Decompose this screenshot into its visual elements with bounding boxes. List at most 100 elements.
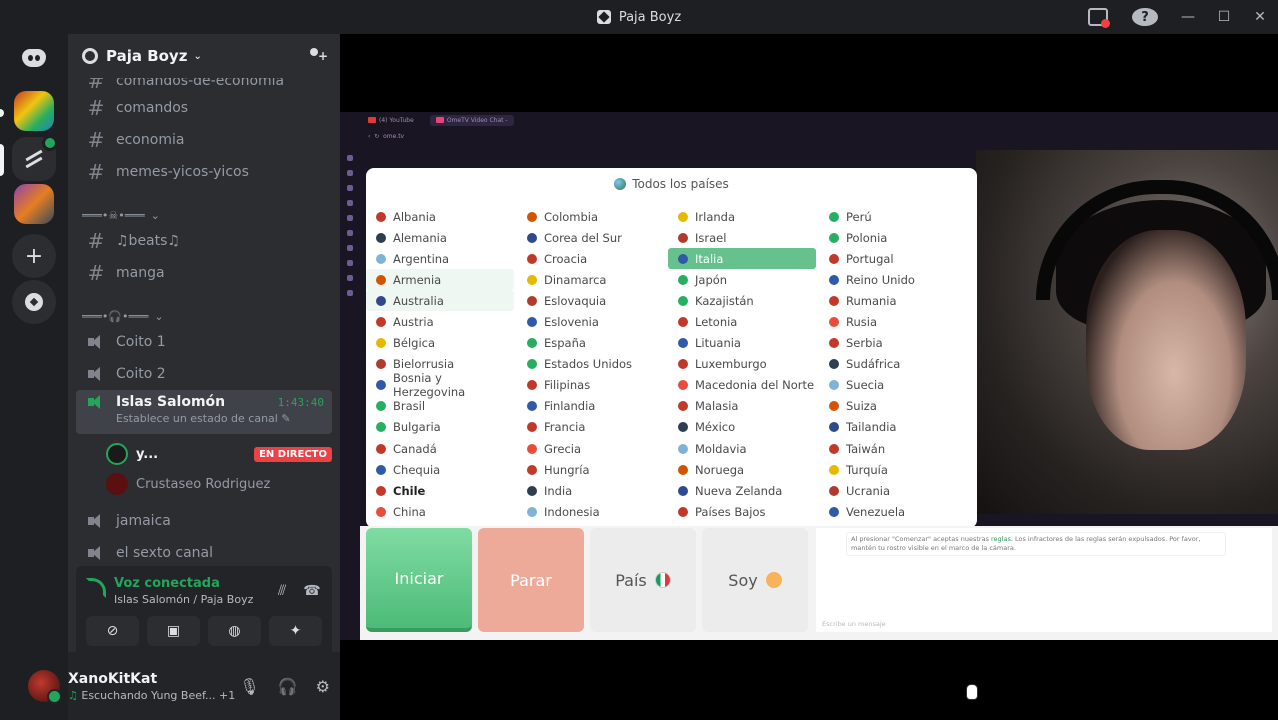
country-label: Colombia [544,209,599,224]
country-label: Lituania [695,336,741,351]
maximize-button[interactable]: ☐ [1206,0,1242,34]
country-label: Italia [695,251,724,266]
country-option: Rusia [819,311,967,332]
country-label: India [544,483,573,498]
country-flag-icon [829,464,839,475]
user-name[interactable]: XanoKitKat [68,671,235,687]
settings-gear-icon[interactable]: ⚙ [316,677,330,696]
voice-status-title[interactable]: Voz conectada [114,576,253,591]
voice-channel-islas-salomon[interactable]: Islas Salomón 1:43:40 Establece un estad… [76,390,332,434]
camera-off-button[interactable]: ⊘ [86,616,139,646]
minimize-button[interactable]: — [1170,0,1206,34]
country-option: Venezuela [819,501,967,522]
microphone-icon[interactable]: 🎙 [239,677,259,696]
server-icon-paja-boyz[interactable] [12,135,58,181]
close-button[interactable]: ✕ [1242,0,1278,34]
country-flag-icon [376,380,386,391]
country-label: Bélgica [393,336,436,351]
voice-channel-coito-2[interactable]: Coito 2 [76,359,332,389]
country-option: Suecia [819,375,967,396]
country-option: Moldavia [668,438,816,459]
country-flag-icon [376,317,386,328]
country-flag-icon [376,211,386,222]
help-icon[interactable]: ? [1132,8,1158,26]
country-label: Letonia [695,315,738,330]
country-option: Lituania [668,333,816,354]
voice-channel-jamaica[interactable]: jamaica [76,506,332,536]
country-label: Suecia [846,378,885,393]
voice-user-crustaseo[interactable]: Crustaseo Rodriguez [106,470,332,498]
channel-memes-yicos-yicos[interactable]: # memes-yicos-yicos [76,157,332,187]
country-flag-icon [376,506,386,517]
country-label: Venezuela [846,504,906,519]
hash-icon: # [87,96,105,120]
button-label: Soy [728,570,758,590]
country-label: Moldavia [695,441,747,456]
country-label: Taiwán [846,441,886,456]
screen-share-button[interactable]: ▣ [147,616,200,646]
activities-button[interactable]: ◍ [208,616,261,646]
avatar [106,443,128,465]
channel-label: comandos-de-economia [116,78,285,89]
back-icon: ‹ [368,132,371,140]
soundboard-icon: ✦ [289,623,302,639]
globe-icon [614,178,627,190]
country-flag-icon [678,422,688,433]
country-option: Indonesia [517,501,665,522]
country-label: Tailandia [846,420,897,435]
signal-icon[interactable] [86,578,106,598]
country-flag-icon [829,232,839,243]
channel-status[interactable]: Establece un estado de canal ✎ [86,412,291,425]
country-flag-icon [678,295,688,306]
country-flag-icon [527,443,537,454]
country-option: Serbia [819,333,967,354]
voice-status-subtitle[interactable]: Islas Salomón / Paja Boyz [114,593,253,606]
country-flag-icon [527,295,537,306]
server-icon-folder[interactable] [14,91,54,131]
discord-home-button[interactable] [12,36,56,80]
soundboard-button[interactable]: ✦ [269,616,322,646]
country-option: Corea del Sur [517,227,665,248]
server-icon [596,10,611,24]
channel-label: economia [116,132,185,148]
channel-economia[interactable]: # economia [76,125,332,155]
live-badge[interactable]: EN DIRECTO [254,446,332,462]
country-option: Japón [668,269,816,290]
country-option: Eslovaquia [517,290,665,311]
user-avatar[interactable] [28,670,62,704]
country-option: Francia [517,417,665,438]
category-header-2[interactable]: ═══•🎧•═══ ⌄ [82,307,164,325]
voice-user-streamer[interactable]: y... EN DIRECTO [106,440,332,468]
voice-channel-coito-1[interactable]: Coito 1 [76,327,332,357]
add-server-button[interactable]: + [12,234,56,278]
channel-manga[interactable]: # manga [76,258,332,288]
channel-beats[interactable]: # ♫beats♫ [76,226,332,256]
explore-servers-button[interactable] [12,280,56,324]
country-label: Finlandia [544,399,596,414]
guild-header[interactable]: Paja Boyz ⌄ [68,34,340,78]
headphones-icon[interactable]: 🎧 [278,677,298,696]
country-label: Albania [393,209,436,224]
country-option: México [668,417,816,438]
invite-people-icon[interactable] [308,47,328,65]
avatar [106,473,128,495]
pencil-icon: ✎ [281,412,291,425]
title-bar: Paja Boyz ? — ☐ ✕ [0,0,1278,34]
stream-view[interactable]: (4) YouTube OmeTV Video Chat - ‹ ↻ ome.t… [340,34,1278,720]
channel-comandos[interactable]: # comandos [76,93,332,123]
chevron-down-icon: ⌄ [150,208,160,222]
channel-label: el sexto canal [116,545,214,561]
inbox-icon[interactable] [1088,8,1110,28]
category-header-1[interactable]: ═══•☠•═══ ⌄ [82,206,160,224]
voice-user-name: Crustaseo Rodriguez [136,476,271,492]
country-option: Bulgaria [366,417,514,438]
rules-text: Al presionar "Comenzar" aceptas nuestras [851,535,992,543]
voice-channel-el-sexto-canal[interactable]: el sexto canal [76,538,332,568]
disconnect-icon[interactable]: ☎ [302,581,322,601]
country-flag-icon [527,464,537,475]
server-icon-folder-2[interactable] [14,184,54,224]
country-option: Portugal [819,248,967,269]
country-label: Nueva Zelanda [695,483,783,498]
chevron-down-icon: ⌄ [193,50,202,62]
noise-suppression-icon[interactable]: ⫻ [272,581,292,601]
